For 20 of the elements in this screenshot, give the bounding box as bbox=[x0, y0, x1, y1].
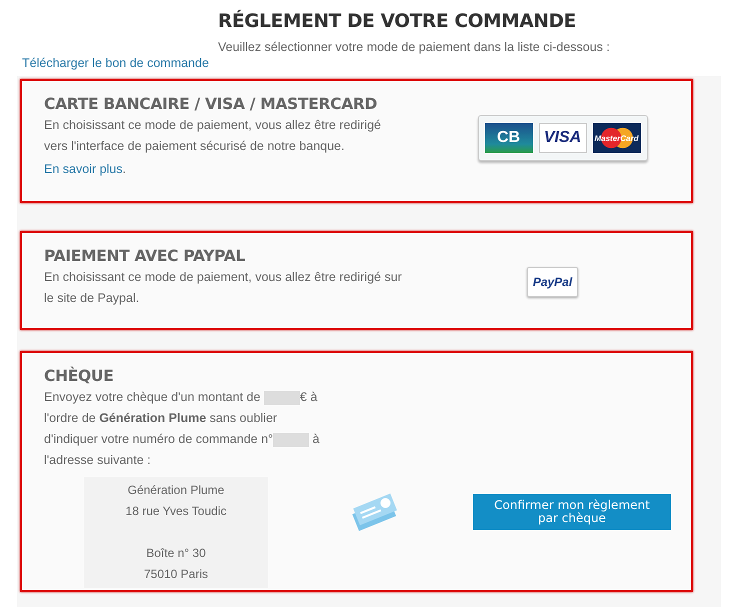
method-description: En choisissant ce mode de paiement, vous allez être redirigé sur le site de Paypal. bbox=[44, 269, 403, 307]
method-heading: CARTE BANCAIRE / VISA / MASTERCARD bbox=[44, 95, 378, 113]
learn-more-link[interactable]: En savoir plus bbox=[44, 162, 123, 176]
address-line: Boîte n° 30 bbox=[146, 546, 206, 560]
page-title: RÉGLEMENT DE VOTRE COMMANDE bbox=[218, 10, 577, 34]
paypal-logo: PayPal bbox=[526, 267, 578, 297]
cheque-instructions: Envoyez votre chèque d'un montant de € à l'ordre de Génération Plume sans oublier d'indiquer votre numéro de commande n° à l'adresse suivante : bbox=[44, 389, 320, 469]
address-line: Génération Plume bbox=[128, 483, 224, 497]
cb-logo: CB bbox=[484, 123, 532, 153]
visa-logo: VISA bbox=[538, 123, 586, 153]
method-heading: CHÈQUE bbox=[44, 367, 114, 385]
address-line: 18 rue Yves Toudic bbox=[126, 504, 226, 518]
instruction-text: Veuillez sélectionner votre mode de paiement dans la liste ci-dessous : bbox=[218, 40, 611, 54]
address-line: 75010 Paris bbox=[144, 567, 208, 581]
method-heading: PAIEMENT AVEC PAYPAL bbox=[44, 247, 246, 265]
method-description: En choisissant ce mode de paiement, vous allez être redirigé vers l'interface de paiement sécurisé de notre banque. bbox=[44, 117, 382, 155]
confirm-button[interactable]: Confirmer mon règlement par chèque bbox=[473, 494, 671, 530]
link-period: . bbox=[122, 162, 126, 176]
mastercard-logo: MasterCard bbox=[592, 123, 640, 153]
download-link[interactable]: Télécharger le bon de commande bbox=[22, 56, 209, 70]
